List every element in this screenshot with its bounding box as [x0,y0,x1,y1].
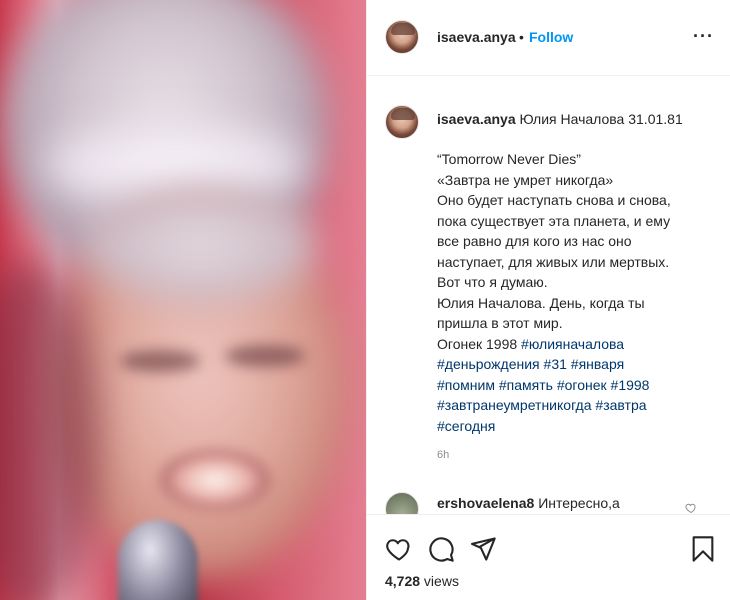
hashtag-link[interactable]: #1998 [611,377,650,393]
separator-dot: • [519,29,524,45]
post-media-video[interactable] [0,0,366,600]
hashtag-link[interactable]: #завтранеумретникогда [437,397,592,413]
media-microphone-shape [118,520,198,600]
caption-line: наступает, для живых или мертвых. [437,253,670,270]
caption-line: «Завтра не умрет никогда» [437,171,614,188]
hashtag-link[interactable]: #огонек [557,377,607,393]
caption-line: пока существует эта планета, и ему [437,212,671,229]
view-count-number: 4,728 [385,573,421,589]
small-heart-icon[interactable] [685,502,697,514]
comment-bubble-icon[interactable] [427,535,455,563]
caption-line: #сегодня [437,416,722,437]
caption-author-username[interactable]: isaeva.anya [437,111,516,127]
author-avatar[interactable] [385,20,419,54]
post-panel: isaeva.anya • Follow ··· isaeva.anya Юли… [366,0,730,600]
view-count[interactable]: 4,728 views [385,573,459,589]
hashtag-link[interactable]: #31 [544,356,567,372]
hashtag-link[interactable]: #память [499,377,553,393]
comment-row: ershovaelena8 Интересно,а [367,488,730,514]
media-eye-shape [225,345,305,367]
comment-body: Интересно,а [538,495,620,511]
comment-text: ershovaelena8 Интересно,а [437,495,620,511]
caption-line: Огонек 1998 #юлияначалова [437,334,722,355]
paper-plane-icon[interactable] [469,535,497,563]
hashtag-link[interactable]: #сегодня [437,418,495,434]
media-eye-shape [120,350,200,372]
author-username[interactable]: isaeva.anya [437,29,516,45]
hashtag-link[interactable]: #юлияначалова [521,336,624,352]
media-fringe-shape [80,185,320,305]
view-count-label: views [420,573,459,589]
post-actions: 4,728 views [367,514,730,600]
caption-line: #деньрождения #31 #января [437,354,722,375]
caption-line: пришла в этот мир. [437,315,563,331]
caption-line: все равно для кого из нас оно [437,233,632,249]
bookmark-icon[interactable] [689,535,717,563]
hashtag-link[interactable]: #деньрождения [437,356,540,372]
caption-line: #завтранеумретникогда #завтра [437,395,722,416]
caption-author-avatar[interactable] [385,105,419,139]
post-timestamp[interactable]: 6h [437,449,449,461]
caption-body: “Tomorrow Never Dies” «Завтра не умрет н… [437,149,722,436]
caption-line: Юлия Началова. День, когда ты [437,294,645,311]
caption-line: Вот что я думаю. [437,274,548,290]
hashtag-link[interactable]: #января [571,356,624,372]
caption-header-text: Юлия Началова 31.01.81 [519,111,683,127]
caption-section: isaeva.anya Юлия Началова 31.01.81 “Tomo… [367,77,730,513]
post-header: isaeva.anya • Follow ··· [367,0,730,76]
caption-header: isaeva.anya Юлия Началова 31.01.81 [437,109,717,129]
caption-line-prefix: Огонек 1998 [437,335,522,352]
caption-line: “Tomorrow Never Dies” [437,151,581,167]
more-options-icon[interactable]: ··· [693,26,714,47]
caption-line: Оно будет наступать снова и снова, [437,192,671,208]
commenter-avatar[interactable] [385,492,419,514]
commenter-username[interactable]: ershovaelena8 [437,495,534,511]
hashtag-link[interactable]: #завтра [595,397,646,413]
caption-line: #помним #память #огонек #1998 [437,375,722,396]
follow-button[interactable]: Follow [529,29,573,45]
media-mouth-shape [160,450,270,510]
hashtag-link[interactable]: #помним [437,377,495,393]
heart-icon[interactable] [385,535,413,563]
